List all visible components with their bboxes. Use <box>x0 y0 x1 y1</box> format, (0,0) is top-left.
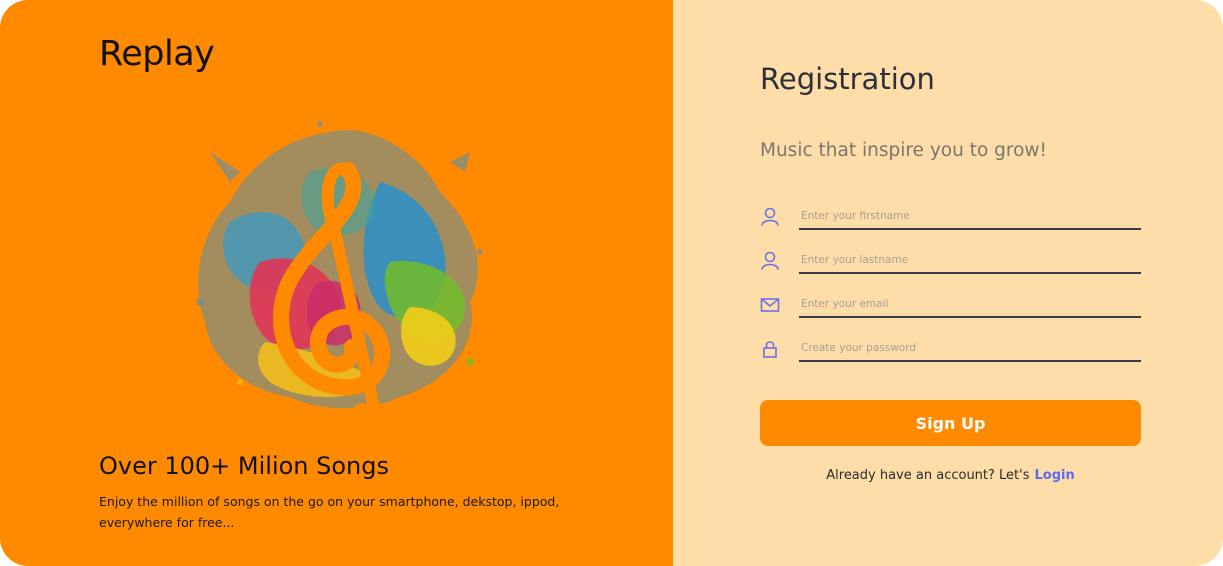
password-input[interactable] <box>799 338 1141 362</box>
registration-panel: Registration Music that inspire you to g… <box>673 0 1223 566</box>
firstname-input[interactable] <box>799 206 1141 230</box>
lock-icon <box>763 341 777 358</box>
email-input[interactable] <box>799 294 1141 318</box>
promo-panel: Replay Over 100+ Milion Songs Enjoy the … <box>0 0 673 566</box>
firstname-field <box>760 206 1141 236</box>
email-field <box>760 294 1141 324</box>
login-prompt-text: Already have an account? Let's <box>826 468 1030 483</box>
login-link[interactable]: Login <box>1035 468 1075 483</box>
lastname-field <box>760 250 1141 280</box>
promo-title: Over 100+ Milion Songs <box>99 452 390 480</box>
registration-title: Registration <box>760 62 935 96</box>
brand-logo: Replay <box>99 34 215 74</box>
registration-card: Replay Over 100+ Milion Songs Enjoy the … <box>0 0 1223 566</box>
user-icon <box>761 207 779 226</box>
sign-up-button[interactable]: Sign Up <box>760 400 1141 446</box>
registration-subtitle: Music that inspire you to grow! <box>760 140 1047 161</box>
user-icon <box>761 251 779 270</box>
music-splash-illustration <box>196 121 483 421</box>
lastname-input[interactable] <box>799 250 1141 274</box>
promo-description: Enjoy the million of songs on the go on … <box>99 494 560 530</box>
mail-icon <box>760 298 780 312</box>
login-prompt: Already have an account? Let's Login <box>760 468 1141 483</box>
password-field <box>760 338 1141 368</box>
